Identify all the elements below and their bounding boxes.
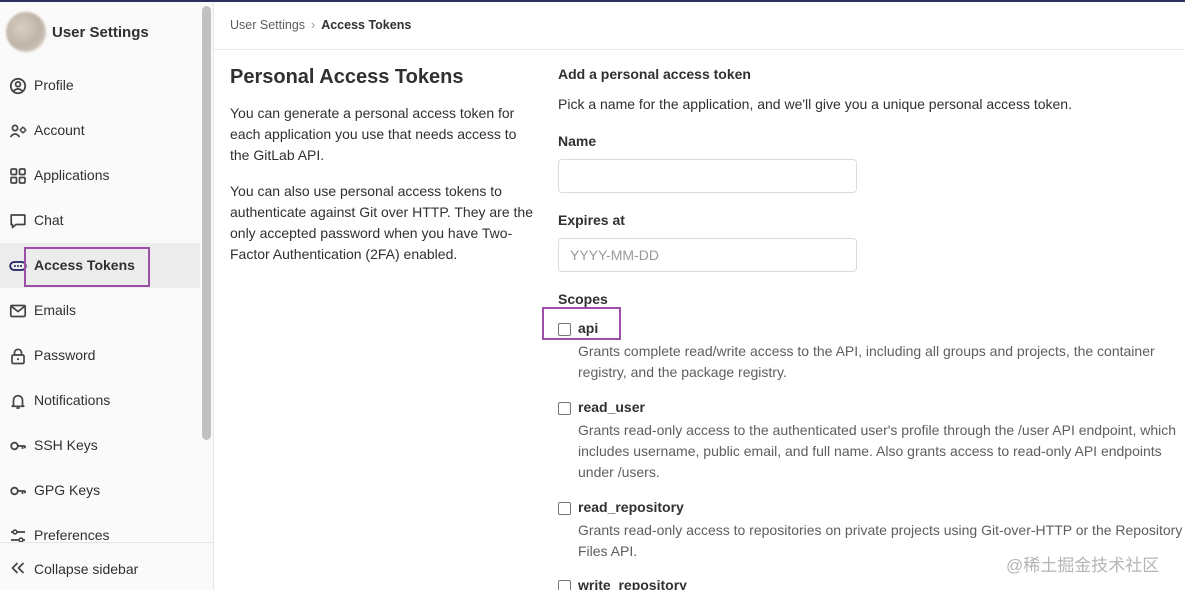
sidebar-item-label: Chat xyxy=(34,212,64,228)
intro-paragraph-1: You can generate a personal access token… xyxy=(230,105,517,163)
scope-name[interactable]: read_repository xyxy=(578,499,684,515)
page-title: Personal Access Tokens xyxy=(230,66,464,88)
sidebar-item-label: Preferences xyxy=(34,527,110,543)
sidebar-item-emails[interactable]: Emails xyxy=(0,288,200,333)
sidebar-item-label: GPG Keys xyxy=(34,482,101,498)
name-input[interactable] xyxy=(558,159,857,193)
scope-write-repository-checkbox[interactable] xyxy=(558,580,571,590)
form-heading: Add a personal access token xyxy=(558,66,751,82)
highlight-api-scope xyxy=(542,307,621,340)
key-icon xyxy=(10,441,26,451)
name-label: Name xyxy=(558,133,597,149)
intro-paragraph-2: You can also use personal access tokens … xyxy=(230,183,533,262)
form-subheading: Pick a name for the application, and we'… xyxy=(558,96,1072,112)
double-chevron-left-icon xyxy=(11,562,25,574)
scope-name[interactable]: write_repository xyxy=(578,577,687,590)
sidebar-title: User Settings xyxy=(52,24,149,41)
expires-at-input[interactable] xyxy=(558,238,857,272)
sidebar-item-profile[interactable]: Profile xyxy=(0,63,200,108)
sidebar-scrollbar[interactable] xyxy=(202,6,211,440)
sidebar-item-ssh-keys[interactable]: SSH Keys xyxy=(0,423,200,468)
sidebar-item-label: Notifications xyxy=(34,392,111,408)
scope-name[interactable]: read_user xyxy=(578,399,645,415)
sidebar-item-chat[interactable]: Chat xyxy=(0,198,200,243)
sidebar-item-account[interactable]: Account xyxy=(0,108,200,153)
chat-icon xyxy=(10,214,26,229)
sidebar-item-label: Profile xyxy=(34,77,74,93)
applications-icon xyxy=(10,168,26,184)
sidebar-item-label: Account xyxy=(34,122,85,138)
sidebar-item-label: Emails xyxy=(34,302,77,318)
scopes-label: Scopes xyxy=(558,291,608,307)
add-token-form: Add a personal access token Pick a name … xyxy=(542,66,1185,590)
breadcrumb-parent-link[interactable]: User Settings xyxy=(230,18,305,32)
scope-read-user-checkbox[interactable] xyxy=(558,402,571,415)
breadcrumb-separator-icon: › xyxy=(311,18,316,32)
collapse-sidebar-label: Collapse sidebar xyxy=(34,561,139,577)
sidebar-item-applications[interactable]: Applications xyxy=(0,153,200,198)
account-icon xyxy=(9,124,27,138)
scope-description: Grants complete read/write access to the… xyxy=(578,343,1155,380)
watermark: @稀土掘金技术社区 xyxy=(1006,556,1160,575)
bell-icon xyxy=(11,394,25,409)
key-icon xyxy=(10,486,26,496)
lock-icon xyxy=(11,348,25,365)
highlight-access-tokens xyxy=(24,247,150,287)
sidebar-item-notifications[interactable]: Notifications xyxy=(0,378,200,423)
profile-icon xyxy=(9,77,27,95)
sidebar-item-label: Password xyxy=(34,347,96,363)
breadcrumb-current[interactable]: Access Tokens xyxy=(321,18,411,32)
breadcrumb: User Settings › Access Tokens xyxy=(230,18,411,32)
expires-at-label: Expires at xyxy=(558,212,625,228)
sidebar-item-label: Applications xyxy=(34,167,110,183)
sidebar-header[interactable]: User Settings xyxy=(0,2,200,62)
scope-description: Grants read-only access to the authentic… xyxy=(578,422,1177,480)
avatar[interactable] xyxy=(6,12,46,52)
collapse-sidebar-button[interactable]: Collapse sidebar xyxy=(0,542,213,590)
scope-read-repository-checkbox[interactable] xyxy=(558,502,571,515)
intro-section: Personal Access Tokens You can generate … xyxy=(230,66,535,280)
sidebar-item-gpg-keys[interactable]: GPG Keys xyxy=(0,468,200,513)
breadcrumb-divider xyxy=(214,49,1185,50)
mail-icon xyxy=(9,304,27,318)
sidebar-item-label: SSH Keys xyxy=(34,437,98,453)
sidebar: User Settings Profile Account Applicatio… xyxy=(0,2,214,590)
sidebar-item-password[interactable]: Password xyxy=(0,333,200,378)
